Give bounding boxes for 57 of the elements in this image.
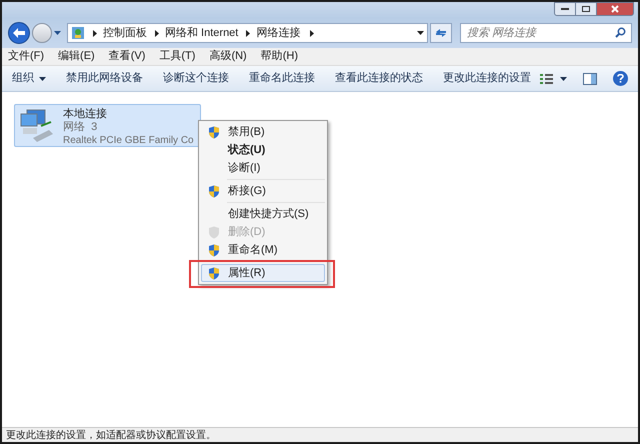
- shield-icon: [208, 184, 220, 198]
- dropdown-arrow-icon: [39, 76, 46, 80]
- context-menu-item[interactable]: 重命名(M): [201, 241, 325, 259]
- connection-item[interactable]: 本地连接 网络 3 Realtek PCIe GBE Family Co: [14, 104, 201, 147]
- shield-icon: [208, 244, 220, 256]
- menu-item[interactable]: 编辑(E): [58, 48, 95, 65]
- connection-network: 网络 3: [63, 121, 98, 134]
- chevron-right-icon[interactable]: [246, 30, 250, 36]
- chevron-right-icon[interactable]: [310, 30, 314, 36]
- chevron-right-icon[interactable]: [93, 30, 97, 36]
- toolbar-button[interactable]: 诊断这个连接: [163, 70, 229, 87]
- toolbar-button[interactable]: 重命名此连接: [249, 70, 315, 87]
- menu-item[interactable]: 帮助(H): [260, 48, 298, 65]
- context-menu-item[interactable]: 桥接(G): [201, 182, 325, 200]
- preview-pane-icon: [583, 72, 597, 84]
- minimize-button[interactable]: [554, 2, 576, 16]
- connection-adapter: Realtek PCIe GBE Family Co: [63, 134, 194, 147]
- close-icon: [611, 5, 619, 13]
- toolbar-button[interactable]: 禁用此网络设备: [66, 70, 143, 87]
- context-menu-item[interactable]: 禁用(B): [201, 123, 325, 141]
- dropdown-arrow-icon[interactable]: [417, 31, 424, 35]
- maximize-button[interactable]: [576, 2, 596, 16]
- refresh-icon: [435, 28, 447, 38]
- view-options-button[interactable]: [540, 72, 567, 84]
- view-list-icon: [540, 72, 554, 84]
- help-icon: [617, 74, 624, 83]
- breadcrumb[interactable]: 控制面板: [103, 24, 147, 42]
- help-button[interactable]: [613, 71, 628, 86]
- control-panel-icon: [71, 26, 85, 40]
- breadcrumb[interactable]: 网络连接: [256, 24, 300, 42]
- search-field[interactable]: 搜索 网络连接: [460, 23, 632, 43]
- dropdown-arrow-icon: [560, 76, 567, 80]
- refresh-button[interactable]: [430, 23, 452, 43]
- context-menu-item[interactable]: 创建快捷方式(S): [201, 205, 325, 223]
- menu-item[interactable]: 工具(T): [159, 48, 196, 65]
- connection-name: 本地连接: [63, 108, 108, 121]
- context-menu-item[interactable]: 属性(R): [201, 264, 325, 282]
- shield-icon: [208, 226, 220, 238]
- arrow-left-icon: [13, 28, 25, 38]
- context-menu-item[interactable]: 诊断(I): [201, 159, 325, 177]
- toolbar-button[interactable]: 更改此连接的设置: [443, 70, 531, 87]
- menu-item[interactable]: 高级(N): [209, 48, 247, 65]
- close-button[interactable]: [596, 2, 634, 16]
- toolbar-button[interactable]: 查看此连接的状态: [335, 70, 423, 87]
- search-icon: [615, 27, 626, 38]
- breadcrumb[interactable]: 网络和 Internet: [165, 24, 238, 42]
- back-button[interactable]: [8, 22, 30, 44]
- menu-item[interactable]: 文件(F): [8, 48, 44, 65]
- shield-icon: [208, 126, 220, 138]
- preview-pane-button[interactable]: [583, 72, 597, 84]
- organize-button[interactable]: 组织: [12, 70, 46, 87]
- shield-icon: [208, 266, 220, 280]
- menu-item[interactable]: 查看(V): [108, 48, 146, 65]
- context-menu-item[interactable]: 状态(U): [201, 141, 325, 159]
- status-text: 更改此连接的设置，如适配器或协议配置设置。: [6, 428, 216, 442]
- chevron-right-icon[interactable]: [155, 30, 159, 36]
- address-field[interactable]: 控制面板 网络和 Internet 网络连接: [67, 23, 428, 43]
